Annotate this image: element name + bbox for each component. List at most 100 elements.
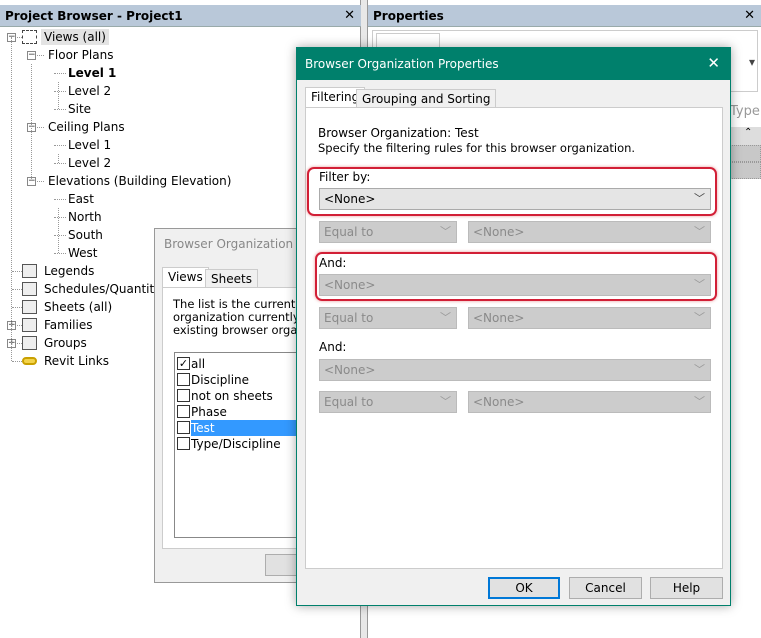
list-item[interactable]: Type/Discipline	[191, 436, 281, 452]
tree-item[interactable]: South	[65, 226, 106, 244]
properties-header: Properties ✕	[368, 5, 761, 27]
checkbox[interactable]: ✓	[177, 357, 190, 370]
tree-item-label: Revit Links	[44, 354, 109, 368]
combo-value: <None>	[473, 395, 525, 409]
chevron-down-icon: ﹀	[694, 363, 705, 376]
list-item[interactable]: all	[191, 356, 205, 372]
tree-item-label: Families	[44, 318, 93, 332]
tab-grouping-and-sorting[interactable]: Grouping and Sorting	[356, 89, 497, 108]
checkbox[interactable]	[177, 437, 190, 450]
properties-grid-header: ⌃	[730, 127, 761, 145]
close-icon[interactable]: ✕	[744, 5, 755, 27]
checkbox[interactable]	[177, 373, 190, 386]
list-item[interactable]: not on sheets	[191, 388, 273, 404]
tree-item-label: Sheets (all)	[44, 300, 113, 314]
tree-item[interactable]: Revit Links	[41, 352, 112, 370]
value-combo-1[interactable]: <None> ﹀	[468, 221, 711, 243]
checkbox[interactable]	[177, 405, 190, 418]
tree-item[interactable]: Groups	[41, 334, 90, 352]
help-button[interactable]: Help	[650, 577, 723, 599]
tree-item[interactable]: Site	[65, 100, 94, 118]
close-icon[interactable]: ✕	[707, 54, 720, 72]
tree-item[interactable]: Floor Plans	[45, 46, 116, 64]
tree-connector	[54, 109, 66, 110]
chevron-down-icon: ﹀	[440, 225, 451, 238]
tree-item[interactable]: Sheets (all)	[41, 298, 115, 316]
tree-item-label: Level 1	[68, 66, 117, 80]
groups-icon	[22, 336, 37, 350]
list-item[interactable]: Discipline	[191, 372, 249, 388]
and-label-1: And:	[319, 256, 347, 270]
tree-item[interactable]: Legends	[41, 262, 97, 280]
tree-connector	[54, 253, 66, 254]
tree-connector	[54, 163, 66, 164]
tree-item[interactable]: North	[65, 208, 105, 226]
operator-combo-3[interactable]: Equal to ﹀	[319, 391, 457, 413]
ok-button[interactable]: OK	[488, 577, 560, 599]
chevron-down-icon: ﹀	[694, 192, 705, 205]
checkbox[interactable]	[177, 421, 190, 434]
collapse-icon[interactable]: −	[27, 51, 36, 60]
tree-connector	[54, 199, 66, 200]
tree-item-label: Views (all)	[41, 29, 109, 45]
tree-item[interactable]: East	[65, 190, 97, 208]
tree-connector	[11, 37, 12, 361]
close-icon[interactable]: ✕	[344, 5, 355, 27]
cancel-button[interactable]: Cancel	[569, 577, 642, 599]
combo-value: Equal to	[324, 395, 374, 409]
collapse-icon[interactable]: ⌃	[744, 127, 752, 138]
project-browser-header: Project Browser - Project1 ✕	[0, 5, 361, 27]
operator-combo-1[interactable]: Equal to ﹀	[319, 221, 457, 243]
tree-item-label: Level 2	[68, 156, 112, 170]
tree-connector	[12, 289, 22, 290]
tree-item[interactable]: Views (all)	[41, 28, 109, 46]
tree-connector	[54, 235, 66, 236]
dropdown-arrow-icon[interactable]: ▾	[749, 55, 755, 69]
value-combo-3[interactable]: <None> ﹀	[468, 391, 711, 413]
tree-item[interactable]: West	[65, 244, 101, 262]
and-combo-1[interactable]: <None> ﹀	[319, 274, 711, 296]
tree-item[interactable]: Level 1	[65, 136, 114, 154]
tree-item[interactable]: Families	[41, 316, 95, 334]
tree-item[interactable]: Level 2	[65, 154, 114, 172]
tree-item[interactable]: Elevations (Building Elevation)	[45, 172, 234, 190]
tree-connector	[12, 361, 22, 362]
tree-connector	[58, 154, 59, 163]
tree-connector	[31, 64, 32, 181]
tree-item[interactable]: Level 1	[65, 64, 119, 82]
chevron-down-icon: ﹀	[440, 395, 451, 408]
filter-by-label: Filter by:	[319, 170, 371, 184]
combo-value: <None>	[324, 278, 376, 292]
tree-item-label: Level 1	[68, 138, 112, 152]
value-combo-2[interactable]: <None> ﹀	[468, 307, 711, 329]
properties-title: Properties	[373, 9, 444, 23]
tree-item-label: Groups	[44, 336, 87, 350]
tree-item-label: South	[68, 228, 103, 242]
tree-item[interactable]: Ceiling Plans	[45, 118, 128, 136]
combo-value: <None>	[473, 311, 525, 325]
tab-views[interactable]: Views	[162, 267, 209, 288]
views-icon	[22, 30, 37, 44]
tree-item-label: North	[68, 210, 102, 224]
revit-links-icon	[22, 357, 37, 365]
dialog-title: Browser Organization	[164, 237, 294, 251]
edit-type-label[interactable]: Type	[730, 104, 760, 119]
properties-grid-cell	[730, 145, 761, 162]
checkbox[interactable]	[177, 389, 190, 402]
tree-item[interactable]: Level 2	[65, 82, 114, 100]
browser-organization-properties-dialog: Browser Organization Properties ✕ Filter…	[296, 47, 731, 606]
tree-item-label: Floor Plans	[48, 48, 114, 62]
tab-sheets[interactable]: Sheets	[205, 269, 258, 288]
tree-item-label: Level 2	[68, 84, 112, 98]
tree-connector	[54, 145, 66, 146]
list-item[interactable]: Phase	[191, 404, 227, 420]
tree-item-label: Elevations (Building Elevation)	[48, 174, 232, 188]
and-label-2: And:	[319, 340, 347, 354]
tree-item-label: Legends	[44, 264, 95, 278]
schedules-icon	[22, 282, 37, 296]
operator-combo-2[interactable]: Equal to ﹀	[319, 307, 457, 329]
and-combo-2[interactable]: <None> ﹀	[319, 359, 711, 381]
combo-value: <None>	[473, 225, 525, 239]
tree-connector	[54, 73, 66, 74]
filter-by-combo[interactable]: <None> ﹀	[319, 188, 711, 210]
